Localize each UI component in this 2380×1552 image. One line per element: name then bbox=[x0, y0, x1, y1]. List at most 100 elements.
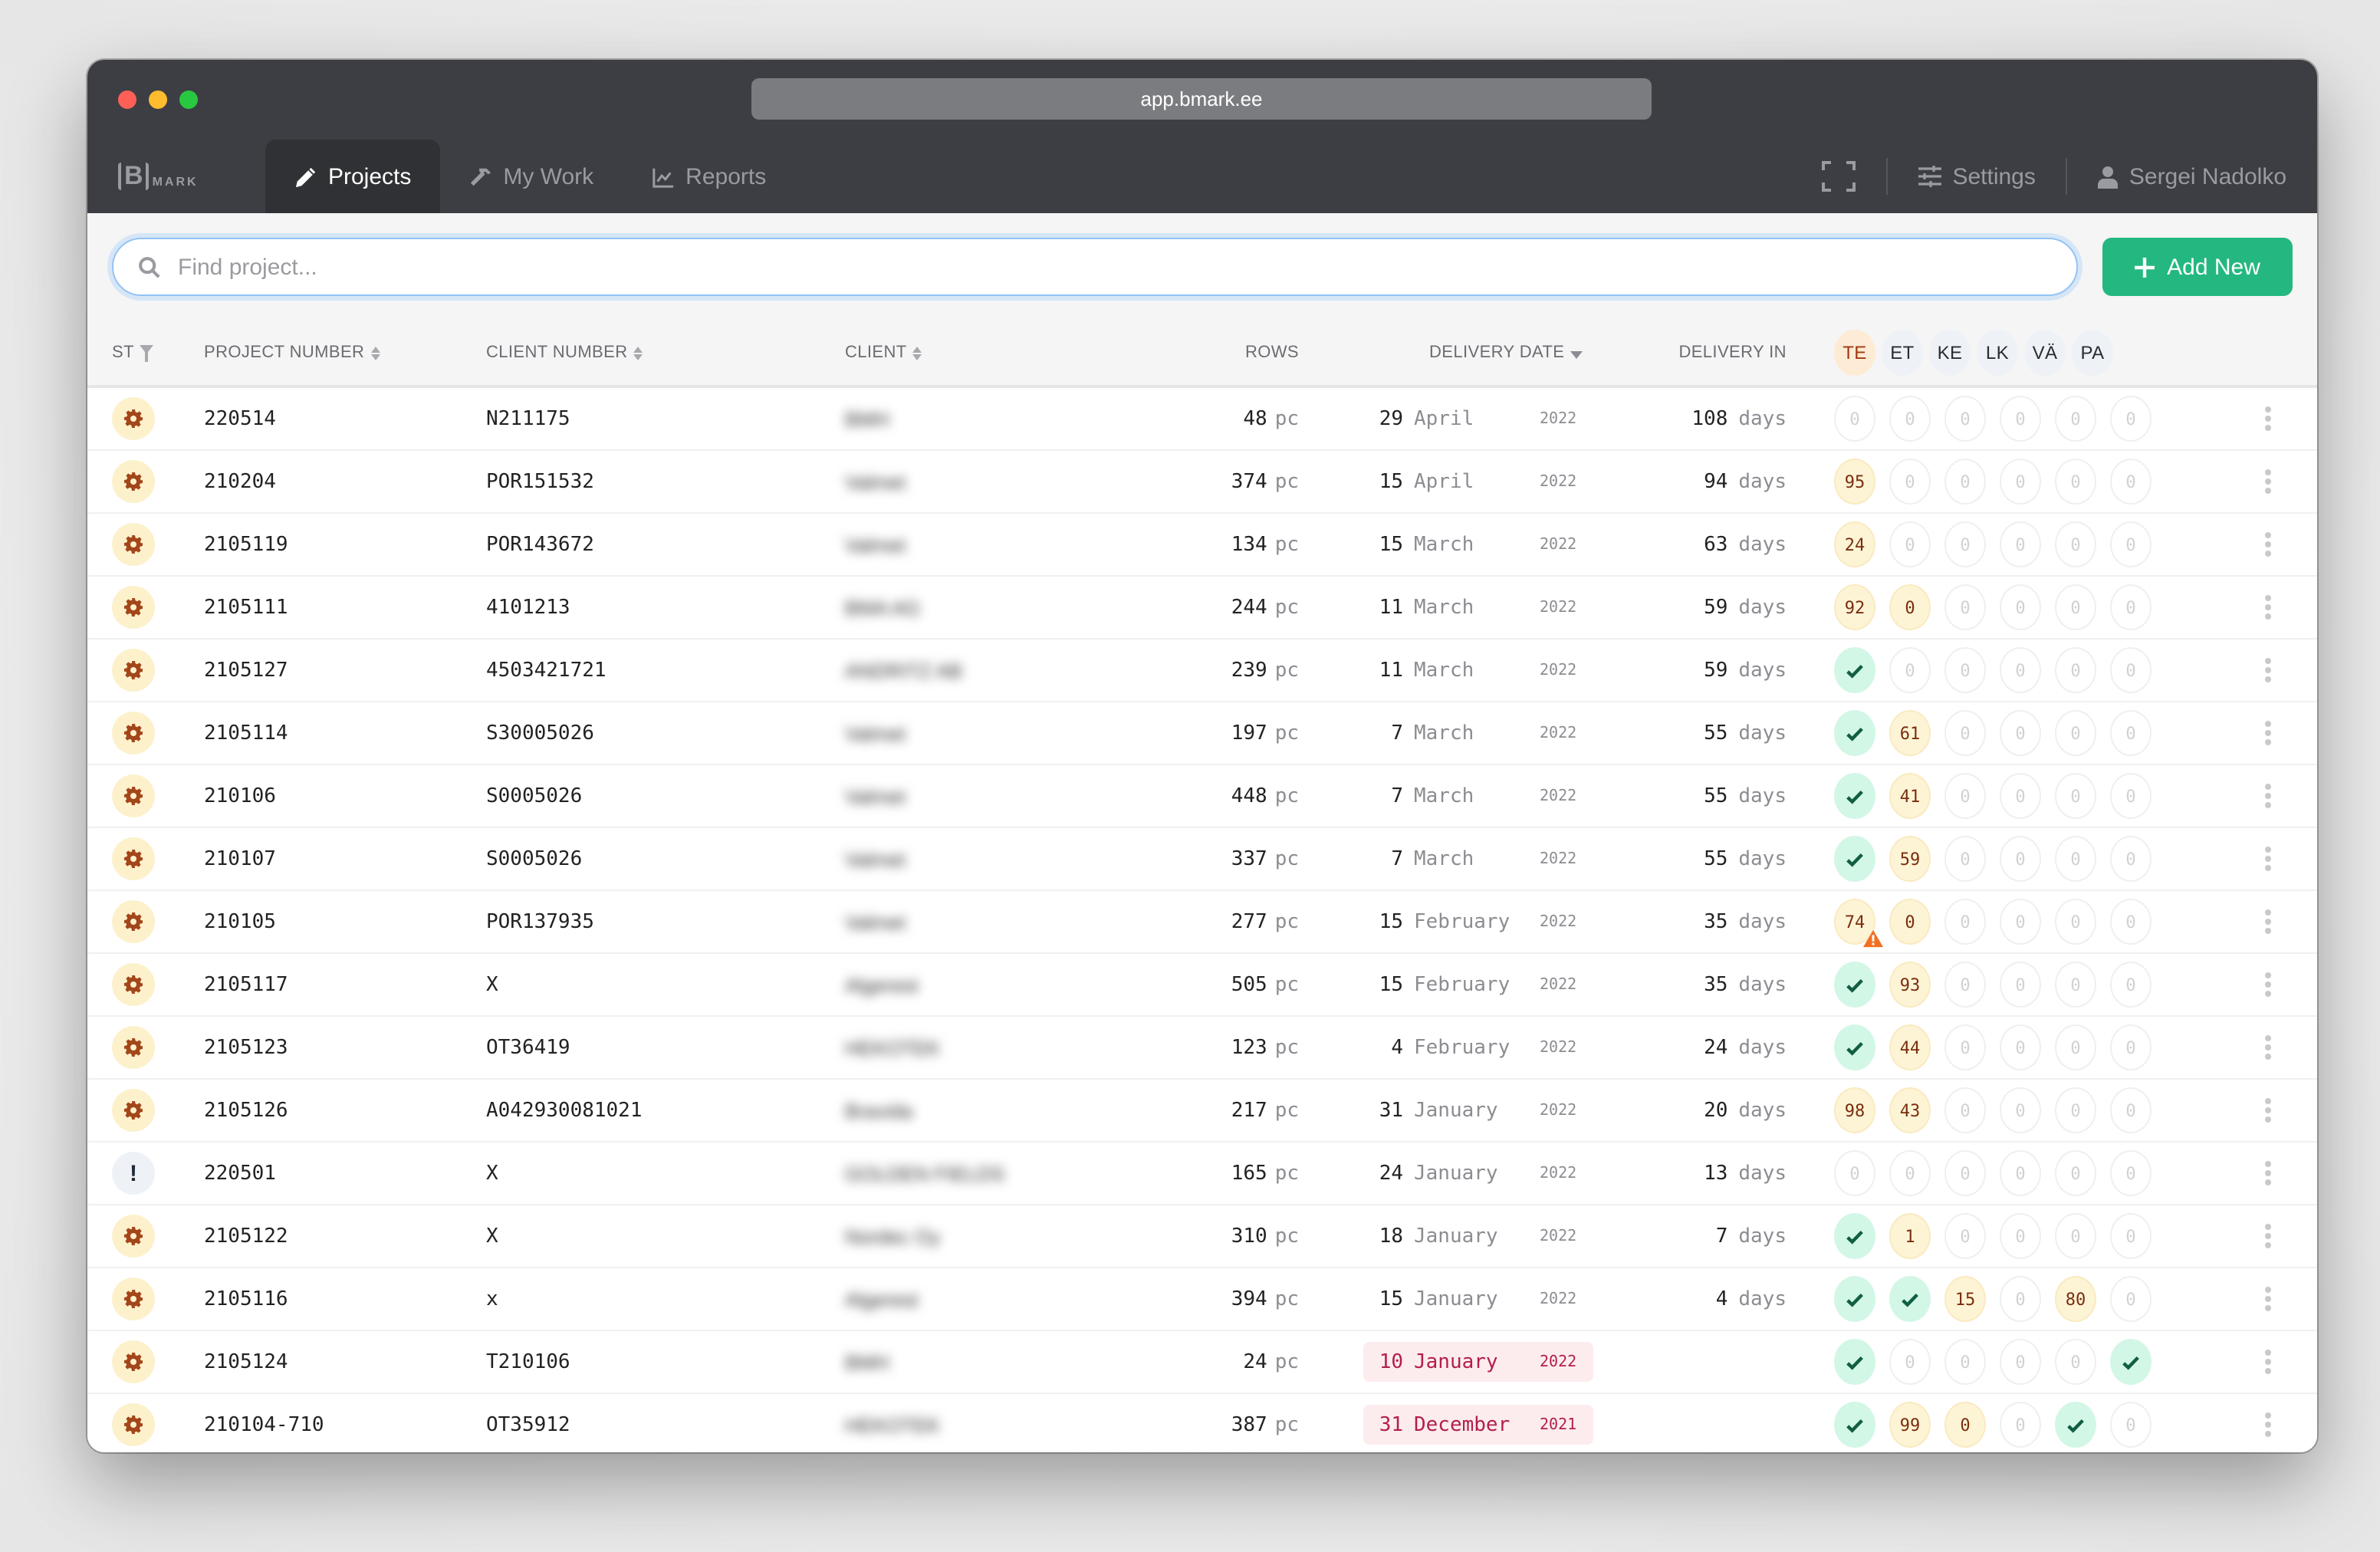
row-menu-icon[interactable] bbox=[2265, 1098, 2271, 1123]
status-badge[interactable] bbox=[112, 1089, 155, 1132]
project-number[interactable]: 210105 bbox=[204, 910, 276, 933]
project-number[interactable]: 2105126 bbox=[204, 1099, 288, 1122]
phase-status-empty[interactable]: 0 bbox=[1944, 459, 1986, 505]
table-row[interactable]: 210107 S0005026 Valmet 337 pc 7 March 2022 55 day… bbox=[87, 828, 2317, 891]
header-client-number[interactable]: CLIENT NUMBER bbox=[486, 344, 643, 362]
filter-icon[interactable] bbox=[140, 344, 154, 361]
phase-status-done[interactable] bbox=[1834, 1024, 1875, 1070]
project-number[interactable]: 2105123 bbox=[204, 1036, 288, 1059]
project-number[interactable]: 2105119 bbox=[204, 533, 288, 556]
project-number[interactable]: 2105114 bbox=[204, 722, 288, 745]
phase-status-empty[interactable]: 0 bbox=[2055, 647, 2096, 693]
user-menu[interactable]: Sergei Nadolko bbox=[2068, 163, 2286, 189]
phase-status-empty[interactable]: 0 bbox=[2110, 396, 2152, 442]
phase-status-empty[interactable]: 0 bbox=[1944, 710, 1986, 756]
table-row[interactable]: 2105111 4101213 BMA AG 244 pc 11 March 2022 59 da… bbox=[87, 577, 2317, 640]
phase-status-empty[interactable]: 0 bbox=[2110, 836, 2152, 882]
phase-status-empty[interactable]: 0 bbox=[1889, 396, 1931, 442]
phase-status-empty[interactable]: 0 bbox=[2000, 836, 2041, 882]
phase-status-progress[interactable]: 74 bbox=[1834, 899, 1883, 948]
table-row[interactable]: 2105123 OT36419 HEKOTEK 123 pc 4 February 2022 2… bbox=[87, 1017, 2317, 1080]
phase-header-lk[interactable]: LK bbox=[1977, 330, 2018, 376]
table-row[interactable]: 2105127 4503421721 ANDRITZ AB 239 pc 11 March 2… bbox=[87, 640, 2317, 702]
project-number[interactable]: 210204 bbox=[204, 470, 276, 493]
status-badge[interactable] bbox=[112, 1340, 155, 1383]
table-row[interactable]: 210204 POR151532 Valmet 374 pc 15 April 2022 94 d… bbox=[87, 451, 2317, 514]
phase-status-empty[interactable]: 0 bbox=[1889, 521, 1931, 567]
fullscreen-button[interactable] bbox=[1791, 159, 1886, 193]
phase-status-progress[interactable]: 15 bbox=[1944, 1276, 1986, 1322]
phase-status-progress[interactable]: 93 bbox=[1889, 962, 1931, 1008]
row-menu-icon[interactable] bbox=[2265, 721, 2271, 745]
phase-status-progress[interactable]: 98 bbox=[1834, 1087, 1875, 1133]
phase-status-empty[interactable]: 0 bbox=[1944, 1150, 1986, 1196]
phase-status-progress[interactable]: 41 bbox=[1889, 773, 1931, 819]
phase-status-progress[interactable]: 59 bbox=[1889, 836, 1931, 882]
phase-status-done[interactable] bbox=[1889, 1276, 1931, 1322]
status-badge[interactable] bbox=[112, 963, 155, 1006]
phase-header-et[interactable]: ET bbox=[1882, 330, 1923, 376]
phase-status-empty[interactable]: 0 bbox=[2055, 1087, 2096, 1133]
row-menu-icon[interactable] bbox=[2265, 469, 2271, 494]
phase-status-empty[interactable]: 0 bbox=[2110, 1024, 2152, 1070]
table-row[interactable]: 2105117 X Algerest 505 pc 15 February 2022 35 day… bbox=[87, 954, 2317, 1017]
phase-status-empty[interactable]: 0 bbox=[2000, 1276, 2041, 1322]
address-bar[interactable]: app.bmark.ee bbox=[751, 78, 1652, 120]
phase-status-empty[interactable]: 0 bbox=[2055, 1213, 2096, 1259]
phase-header-ke[interactable]: KE bbox=[1929, 330, 1971, 376]
phase-status-empty[interactable]: 0 bbox=[2000, 396, 2041, 442]
phase-status-empty[interactable]: 0 bbox=[2110, 710, 2152, 756]
tab-my-work[interactable]: My Work bbox=[440, 140, 623, 213]
table-row[interactable]: ! 220501 X GOLDEN FIELDS 165 pc 24 January 2022 1… bbox=[87, 1143, 2317, 1205]
row-menu-icon[interactable] bbox=[2265, 972, 2271, 997]
phase-status-empty[interactable]: 0 bbox=[2000, 521, 2041, 567]
phase-status-empty[interactable]: 0 bbox=[1889, 1339, 1931, 1385]
row-menu-icon[interactable] bbox=[2265, 658, 2271, 682]
tab-reports[interactable]: Reports bbox=[623, 140, 795, 213]
phase-status-done[interactable] bbox=[2110, 1339, 2152, 1385]
status-badge[interactable] bbox=[112, 712, 155, 755]
phase-header-vä[interactable]: VÄ bbox=[2024, 330, 2066, 376]
status-badge[interactable] bbox=[112, 1215, 155, 1258]
phase-status-empty[interactable]: 0 bbox=[2000, 1024, 2041, 1070]
phase-status-progress[interactable]: 0 bbox=[1944, 1402, 1986, 1448]
phase-status-empty[interactable]: 0 bbox=[2110, 962, 2152, 1008]
project-number[interactable]: 210106 bbox=[204, 784, 276, 807]
phase-status-progress[interactable]: 95 bbox=[1834, 459, 1875, 505]
phase-status-empty[interactable]: 0 bbox=[2110, 459, 2152, 505]
phase-status-progress[interactable]: 61 bbox=[1889, 710, 1931, 756]
search-input[interactable] bbox=[175, 252, 2076, 281]
status-badge[interactable] bbox=[112, 774, 155, 817]
table-row[interactable]: 210105 POR137935 Valmet 277 pc 15 February 2022… bbox=[87, 891, 2317, 954]
header-delivery-date[interactable]: DELIVERY DATE bbox=[1429, 344, 1659, 362]
phase-status-done[interactable] bbox=[1834, 1339, 1875, 1385]
row-menu-icon[interactable] bbox=[2265, 1161, 2271, 1185]
phase-status-empty[interactable]: 0 bbox=[1944, 584, 1986, 630]
phase-status-empty[interactable]: 0 bbox=[2055, 1150, 2096, 1196]
phase-status-progress[interactable]: 92 bbox=[1834, 584, 1875, 630]
row-menu-icon[interactable] bbox=[2265, 1035, 2271, 1060]
table-row[interactable]: 2105114 S30005026 Valmet 197 pc 7 March 2022 55 d… bbox=[87, 702, 2317, 765]
phase-status-empty[interactable]: 0 bbox=[2000, 962, 2041, 1008]
phase-status-progress[interactable]: 80 bbox=[2055, 1276, 2096, 1322]
phase-status-empty[interactable]: 0 bbox=[2055, 962, 2096, 1008]
status-badge[interactable] bbox=[112, 1403, 155, 1446]
row-menu-icon[interactable] bbox=[2265, 1350, 2271, 1374]
tab-projects[interactable]: Projects bbox=[265, 140, 441, 213]
phase-status-empty[interactable]: 0 bbox=[2055, 899, 2096, 945]
row-menu-icon[interactable] bbox=[2265, 909, 2271, 934]
phase-status-progress[interactable]: 1 bbox=[1889, 1213, 1931, 1259]
phase-status-empty[interactable]: 0 bbox=[1889, 1150, 1931, 1196]
phase-status-done[interactable] bbox=[1834, 962, 1875, 1008]
phase-status-empty[interactable]: 0 bbox=[2110, 899, 2152, 945]
phase-status-empty[interactable]: 0 bbox=[2110, 1402, 2152, 1448]
phase-status-empty[interactable]: 0 bbox=[1944, 1339, 1986, 1385]
phase-status-empty[interactable]: 0 bbox=[1944, 647, 1986, 693]
phase-status-progress[interactable]: 43 bbox=[1889, 1087, 1931, 1133]
status-badge[interactable] bbox=[112, 1026, 155, 1069]
status-badge[interactable]: ! bbox=[112, 1152, 155, 1195]
phase-status-done[interactable] bbox=[1834, 1213, 1875, 1259]
phase-status-done[interactable] bbox=[1834, 836, 1875, 882]
phase-status-empty[interactable]: 0 bbox=[2000, 1087, 2041, 1133]
phase-status-empty[interactable]: 0 bbox=[1944, 396, 1986, 442]
